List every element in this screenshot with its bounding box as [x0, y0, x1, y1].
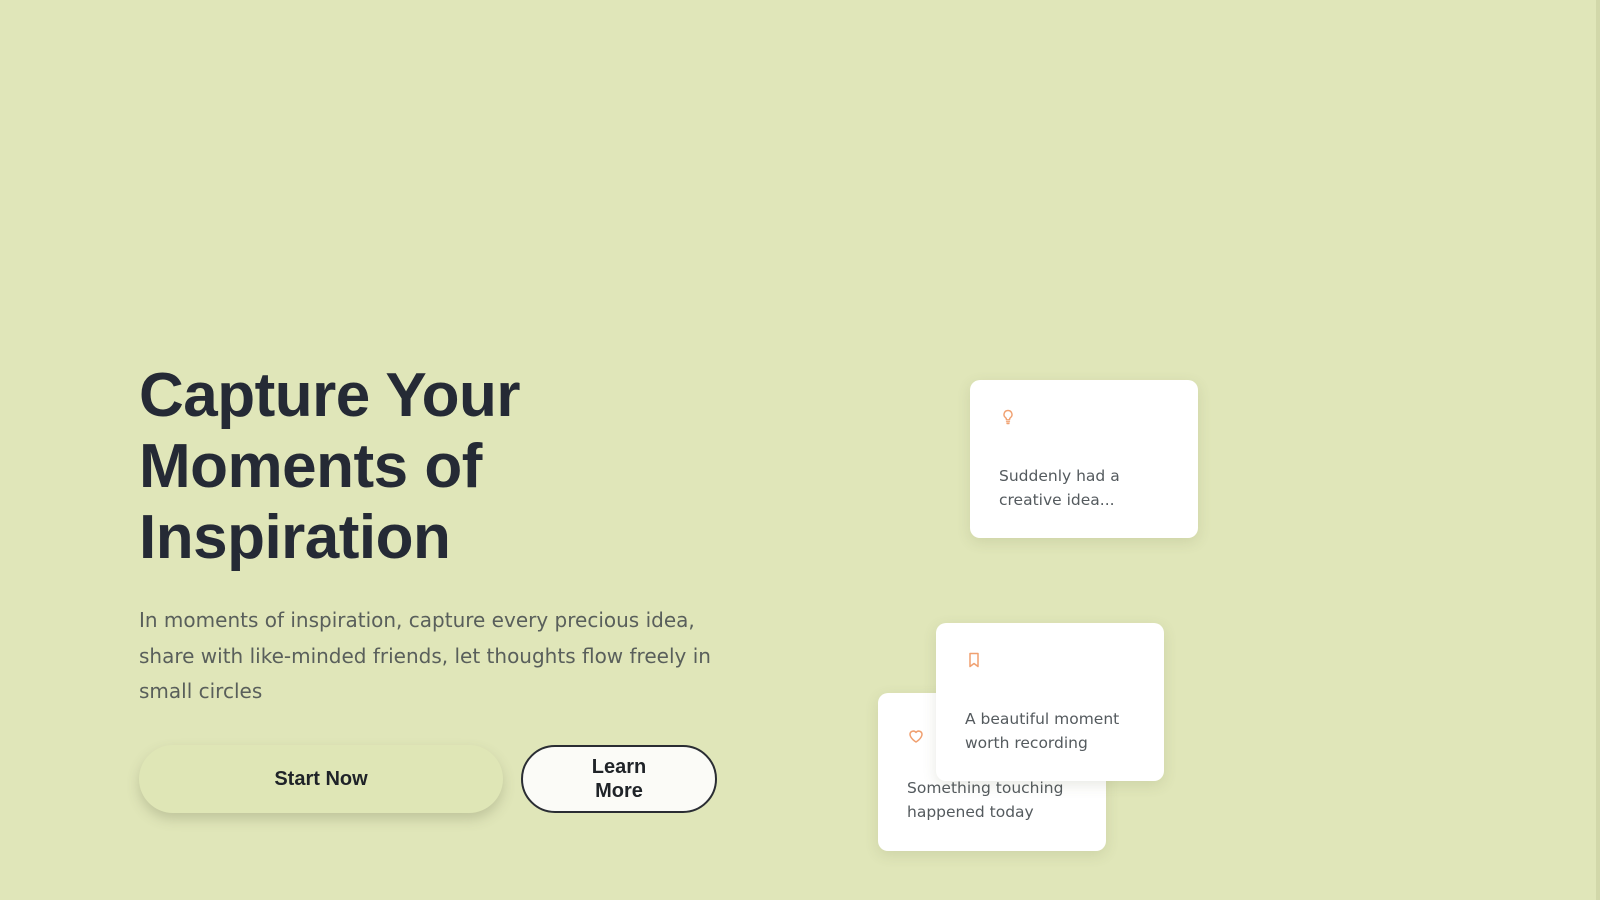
inspiration-card-moment[interactable]: A beautiful moment worth recording — [936, 623, 1164, 781]
learn-more-button[interactable]: Learn More — [521, 745, 717, 813]
hero-description: In moments of inspiration, capture every… — [139, 608, 711, 703]
card-text: A beautiful moment worth recording — [965, 710, 1120, 752]
hero-title-line-2: Moments of — [139, 432, 482, 501]
bookmark-icon — [969, 652, 979, 668]
inspiration-card-idea[interactable]: Suddenly had a creative idea... — [970, 380, 1198, 538]
lightbulb-icon — [1003, 409, 1013, 425]
hero-title: Capture Your Moments of Inspiration — [139, 360, 699, 573]
heart-icon — [909, 730, 923, 743]
start-now-button[interactable]: Start Now — [139, 745, 503, 813]
card-text: Something touching happened today — [907, 779, 1064, 821]
hero-title-line-3: Inspiration — [139, 503, 451, 572]
learn-more-label: Learn More — [591, 756, 647, 802]
scrollbar-edge[interactable] — [1596, 0, 1600, 900]
card-text: Suddenly had a creative idea... — [999, 467, 1120, 509]
hero-title-line-1: Capture Your — [139, 361, 521, 430]
